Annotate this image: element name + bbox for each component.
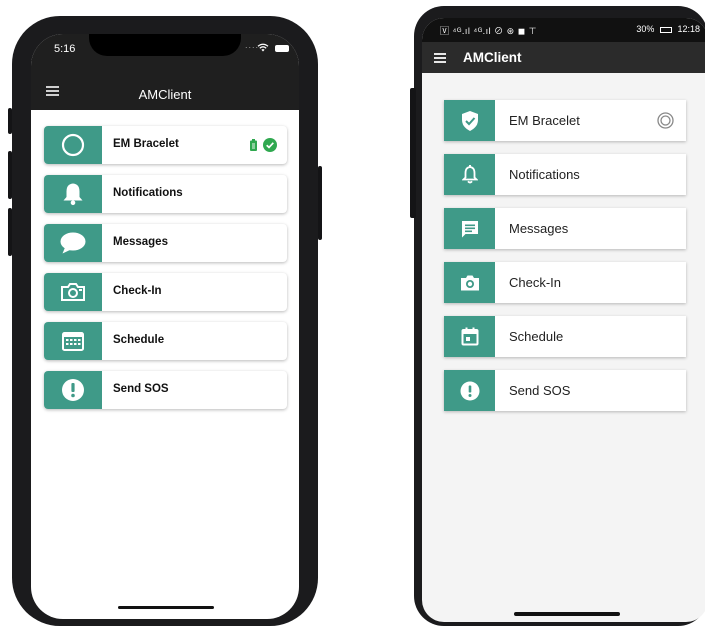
menu-item-messages[interactable]: Messages (44, 224, 287, 262)
battery-full-icon (250, 139, 257, 151)
menu-icon-box (444, 154, 495, 195)
ios-menu-list: EM Bracelet Notifications Messages Check… (44, 126, 287, 420)
menu-item-send-sos[interactable]: Send SOS (444, 370, 686, 411)
menu-icon-box (444, 370, 495, 411)
ios-mute-switch (8, 108, 12, 134)
android-status-right: 30% 12:18 (636, 24, 700, 34)
menu-item-label: Check-In (113, 285, 162, 297)
android-side-button (410, 88, 416, 218)
app-title: AMClient (463, 50, 522, 65)
menu-icon-box (444, 208, 495, 249)
android-battery-percent: 30% (636, 24, 655, 34)
ios-phone-frame: 5:16 .... AMClient EM Bracelet Notificat… (8, 16, 322, 626)
menu-icon-box (44, 371, 102, 409)
menu-item-schedule[interactable]: Schedule (44, 322, 287, 360)
menu-item-label: Check-In (509, 275, 562, 290)
menu-item-label: Notifications (113, 187, 183, 199)
ios-home-indicator[interactable] (118, 606, 214, 609)
menu-icon-box (44, 224, 102, 262)
ios-status-time: 5:16 (54, 43, 76, 55)
camera-icon (61, 283, 85, 301)
menu-icon-box (44, 126, 102, 164)
ios-header: 5:16 .... AMClient (31, 34, 299, 110)
menu-item-check-in[interactable]: Check-In (444, 262, 686, 303)
android-app-bar: AMClient (422, 42, 705, 73)
battery-icon (659, 26, 672, 33)
menu-icon-box (444, 100, 495, 141)
menu-item-em-bracelet[interactable]: EM Bracelet (44, 126, 287, 164)
bell-outline-icon (461, 165, 478, 184)
ios-volume-up (8, 151, 12, 199)
android-status-bar: 🅅 ⁴ᴳ.ıl ⁴ᴳ.ıl ⊘ ⊛ ◼ ⊤ 30% 12:18 (422, 18, 705, 42)
menu-icon-box (44, 322, 102, 360)
menu-item-send-sos[interactable]: Send SOS (44, 371, 287, 409)
alert-icon (62, 379, 84, 401)
menu-item-notifications[interactable]: Notifications (44, 175, 287, 213)
chat-bubble-icon (60, 232, 86, 254)
bell-icon (63, 183, 83, 206)
menu-item-label: Messages (113, 236, 168, 248)
menu-item-check-in[interactable]: Check-In (44, 273, 287, 311)
menu-item-label: Send SOS (113, 383, 169, 395)
android-status-time: 12:18 (677, 24, 700, 34)
hamburger-menu-icon[interactable] (434, 53, 446, 65)
android-phone-frame: 🅅 ⁴ᴳ.ıl ⁴ᴳ.ıl ⊘ ⊛ ◼ ⊤ 30% 12:18 AMClient (410, 6, 705, 626)
wifi-icon (257, 43, 269, 52)
ios-volume-down (8, 208, 12, 256)
ios-screen: 5:16 .... AMClient EM Bracelet Notificat… (31, 34, 299, 619)
menu-item-notifications[interactable]: Notifications (444, 154, 686, 195)
ios-notch (89, 34, 241, 56)
menu-item-messages[interactable]: Messages (444, 208, 686, 249)
calendar-icon (62, 332, 84, 351)
bracelet-connection-icon (657, 112, 674, 129)
circle-icon (61, 133, 85, 157)
android-screen: 🅅 ⁴ᴳ.ıl ⁴ᴳ.ıl ⊘ ⊛ ◼ ⊤ 30% 12:18 AMClient (422, 18, 705, 622)
shield-check-icon (461, 110, 478, 131)
check-circle-icon (263, 138, 277, 152)
menu-item-label: Notifications (509, 167, 580, 182)
menu-item-label: Messages (509, 221, 569, 236)
android-home-indicator[interactable] (514, 612, 620, 616)
menu-icon-box (44, 273, 102, 311)
alert-icon (460, 381, 479, 400)
menu-icon-box (444, 316, 495, 357)
app-title: AMClient (138, 87, 192, 102)
calendar-icon (461, 327, 478, 346)
ios-power-button (318, 166, 322, 240)
menu-item-label: Schedule (509, 329, 564, 344)
menu-item-schedule[interactable]: Schedule (444, 316, 686, 357)
menu-item-label: EM Bracelet (113, 138, 179, 150)
android-menu-list: EM Bracelet Notifications Messages Check… (444, 100, 686, 424)
menu-item-em-bracelet[interactable]: EM Bracelet (444, 100, 686, 141)
battery-icon (275, 45, 289, 52)
menu-item-label: Send SOS (509, 383, 571, 398)
menu-icon-box (444, 262, 495, 303)
menu-item-label: EM Bracelet (509, 113, 580, 128)
message-icon (461, 220, 478, 237)
menu-item-label: Schedule (113, 334, 165, 346)
menu-icon-box (44, 175, 102, 213)
camera-icon (460, 275, 479, 290)
android-status-indicators: 🅅 ⁴ᴳ.ıl ⁴ᴳ.ıl ⊘ ⊛ ◼ ⊤ (440, 26, 538, 36)
bracelet-status (250, 138, 277, 152)
